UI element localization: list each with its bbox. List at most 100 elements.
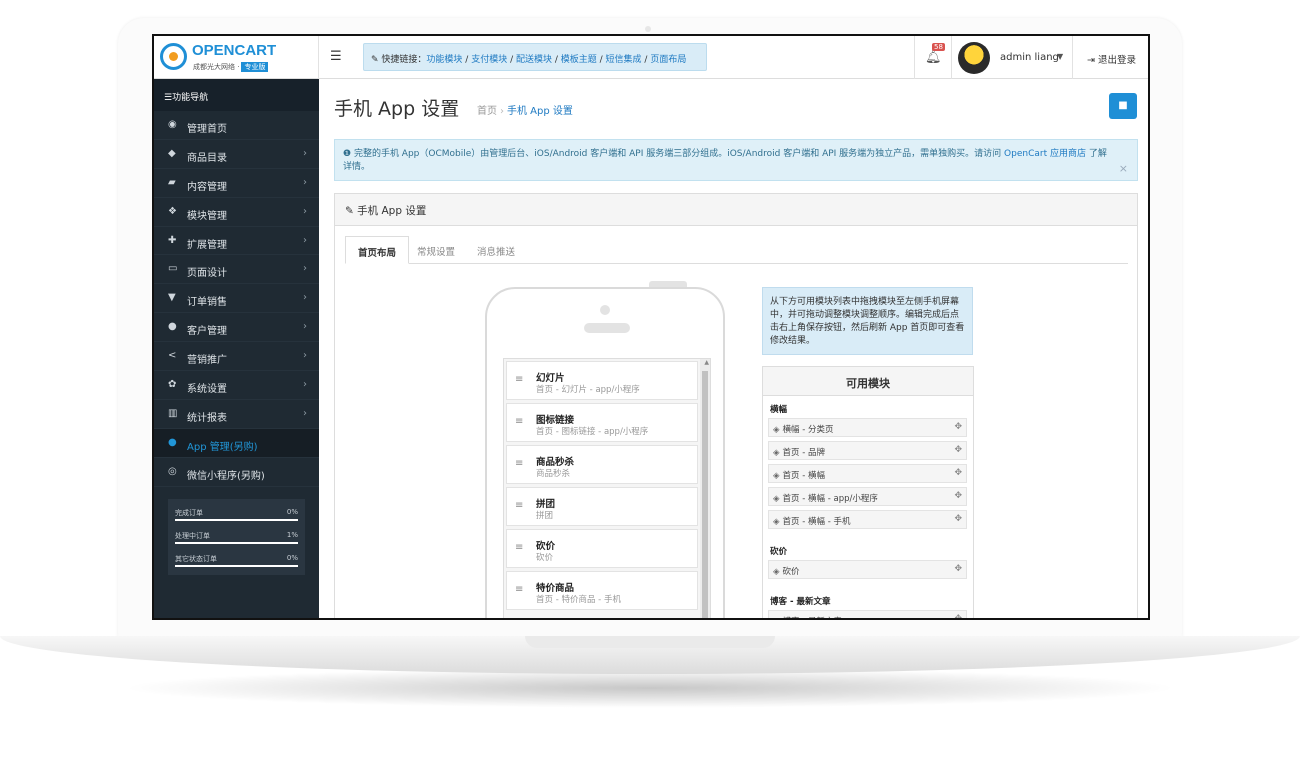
layout-module-item[interactable]: ≡ 拼团 拼团	[506, 487, 698, 526]
sidebar-item-label: 模块管理	[187, 210, 227, 222]
sidebar-item[interactable]: ◎ 微信小程序(另购)	[154, 458, 319, 487]
module-subtitle: 首页 - 幻灯片 - app/小程序	[536, 385, 640, 395]
chip-label: 首页 - 横幅	[782, 471, 826, 481]
sidebar-item[interactable]: ▰ 内容管理 ›	[154, 169, 319, 198]
tab-push[interactable]: 消息推送	[465, 236, 527, 264]
sidebar-item-label: 统计报表	[187, 412, 227, 424]
module-subtitle: 首页 - 特价商品 - 手机	[536, 595, 621, 605]
sidebar-item-label: 系统设置	[187, 384, 227, 396]
stat-processing: 处理中订单 1%	[175, 527, 298, 550]
drag-handle-icon[interactable]: ≡	[515, 584, 523, 595]
sidebar-item-label: 内容管理	[187, 181, 227, 193]
chevron-down-icon[interactable]: ▼	[1057, 52, 1063, 61]
scrollbar[interactable]: ▲	[700, 359, 710, 618]
sidebar-item[interactable]: < 营销推广 ›	[154, 342, 319, 372]
info-icon: ❶	[343, 149, 354, 159]
logout-button[interactable]: ⇥ 退出登录	[1087, 52, 1136, 66]
chevron-right-icon: ›	[303, 350, 307, 362]
available-module-chip[interactable]: ◈ 首页 - 横幅 ✥	[768, 464, 967, 483]
phone-camera	[600, 305, 610, 315]
quicklink-layout[interactable]: 页面布局	[650, 55, 686, 65]
user-menu[interactable]: admin liang	[1000, 52, 1059, 63]
available-module-chip[interactable]: ◈ 首页 - 品牌 ✥	[768, 441, 967, 460]
drag-handle-icon[interactable]: ≡	[515, 374, 523, 385]
breadcrumb: 首页 › 手机 App 设置	[477, 106, 573, 117]
quicklink-shipping[interactable]: 配送模块	[516, 55, 552, 65]
cube-icon: ◈	[773, 425, 780, 435]
tab-general[interactable]: 常规设置	[405, 236, 467, 264]
quicklink-themes[interactable]: 模板主题	[561, 55, 597, 65]
layout-module-item[interactable]: ≡ 砍价 砍价	[506, 529, 698, 568]
quicklink-sms[interactable]: 短信集成	[606, 55, 642, 65]
available-module-chip[interactable]: ◈ 首页 - 横幅 - 手机 ✥	[768, 510, 967, 529]
bell-icon[interactable]: 🔔︎	[925, 50, 942, 65]
sign-out-icon: ⇥	[1087, 55, 1098, 66]
menu-toggle-icon[interactable]: ☰	[330, 49, 342, 64]
scroll-up-icon[interactable]: ▲	[704, 359, 709, 366]
tab-home-layout[interactable]: 首页布局	[345, 236, 410, 264]
drag-handle-icon[interactable]: ≡	[515, 500, 523, 511]
available-module-chip[interactable]: ◈ 横幅 - 分类页 ✥	[768, 418, 967, 437]
stat-other: 其它状态订单 0%	[175, 550, 298, 573]
cube-icon: ◈	[773, 617, 780, 618]
info-alert: ❶ 完整的手机 App（OCMobile）由管理后台、iOS/Android 客…	[334, 139, 1138, 181]
app-store-link[interactable]: OpenCart 应用商店	[1004, 149, 1086, 159]
save-button[interactable]: ■	[1109, 93, 1137, 119]
breadcrumb-home[interactable]: 首页	[477, 106, 497, 117]
module-group-title: 横幅	[770, 405, 788, 415]
move-icon[interactable]: ✥	[954, 614, 962, 618]
sidebar-item-label: 管理首页	[187, 124, 227, 135]
top-navbar: OPENCART 成都光大网络 · 专业版 ☰ ✎ 快捷链接：功能模块 / 支付模…	[154, 36, 1148, 79]
sidebar-item[interactable]: ◉ 管理首页	[154, 111, 319, 140]
layout-module-item[interactable]: ≡ 幻灯片 首页 - 幻灯片 - app/小程序	[506, 361, 698, 400]
sidebar-item[interactable]: ◆ 商品目录 ›	[154, 140, 319, 169]
sidebar-item[interactable]: ▥ 统计报表 ›	[154, 400, 319, 429]
phone-preview: ≡ 幻灯片 首页 - 幻灯片 - app/小程序 ≡ 图标链接 首页 - 图标链接 - a…	[485, 287, 725, 618]
sidebar-item[interactable]: ▼ 订单销售 ›	[154, 284, 319, 314]
move-icon[interactable]: ✥	[954, 422, 962, 432]
module-subtitle: 商品秒杀	[536, 469, 571, 479]
move-icon[interactable]: ✥	[954, 445, 962, 455]
breadcrumb-current[interactable]: 手机 App 设置	[507, 106, 573, 117]
drag-handle-icon[interactable]: ≡	[515, 542, 523, 553]
edition-badge: 专业版	[241, 62, 269, 72]
module-title: 特价商品	[536, 583, 575, 594]
module-title: 拼团	[536, 499, 556, 510]
share-icon: <	[168, 350, 177, 362]
cube-icon: ◈	[773, 567, 780, 577]
avatar[interactable]	[958, 42, 990, 74]
quicklink-modules[interactable]: 功能模块	[426, 55, 462, 65]
available-module-chip[interactable]: ◈博客 - 最新文章 ✥	[768, 610, 967, 618]
move-icon[interactable]: ✥	[954, 468, 962, 478]
order-stats: 完成订单 0% 处理中订单 1% 其它状态订单 0%	[168, 499, 305, 575]
close-icon[interactable]: ×	[1119, 162, 1128, 175]
tag-icon: ◆	[168, 147, 176, 159]
chevron-right-icon: ›	[303, 407, 307, 419]
sidebar-item[interactable]: ❖ 模块管理 ›	[154, 198, 319, 227]
sidebar-item[interactable]: ✚ 扩展管理 ›	[154, 227, 319, 256]
move-icon[interactable]: ✥	[954, 564, 962, 574]
available-module-chip[interactable]: ◈ 砍价 ✥	[768, 560, 967, 579]
chip-label: 首页 - 横幅 - 手机	[782, 517, 851, 527]
chip-label: 砍价	[782, 567, 800, 577]
tab-bar: 首页布局 常规设置 消息推送	[345, 236, 1128, 264]
layout-module-item[interactable]: ≡ 商品秒杀 商品秒杀	[506, 445, 698, 484]
sidebar-item[interactable]: ▭ 页面设计 ›	[154, 255, 319, 285]
move-icon[interactable]: ✥	[954, 514, 962, 524]
sidebar-item-label: 微信小程序(另购)	[187, 470, 265, 482]
drag-handle-icon[interactable]: ≡	[515, 416, 523, 427]
move-icon[interactable]: ✥	[954, 491, 962, 501]
module-subtitle: 拼团	[536, 511, 554, 521]
brand-logo[interactable]: OPENCART 成都光大网络 · 专业版	[154, 36, 319, 79]
layout-module-item[interactable]: ≡ 特价商品 首页 - 特价商品 - 手机	[506, 571, 698, 610]
cart-icon: ▼	[168, 292, 176, 304]
sidebar-item[interactable]: ● App 管理(另购)	[154, 428, 319, 458]
drag-handle-icon[interactable]: ≡	[515, 458, 523, 469]
module-title: 商品秒杀	[536, 457, 575, 468]
quicklink-payment[interactable]: 支付模块	[471, 55, 507, 65]
layout-module-item[interactable]: ≡ 图标链接 首页 - 图标链接 - app/小程序	[506, 403, 698, 442]
sidebar-item-label: 扩展管理	[187, 239, 227, 251]
sidebar-item[interactable]: ✿ 系统设置 ›	[154, 371, 319, 400]
available-module-chip[interactable]: ◈ 首页 - 横幅 - app/小程序 ✥	[768, 487, 967, 506]
sidebar-item[interactable]: ● 客户管理 ›	[154, 313, 319, 343]
